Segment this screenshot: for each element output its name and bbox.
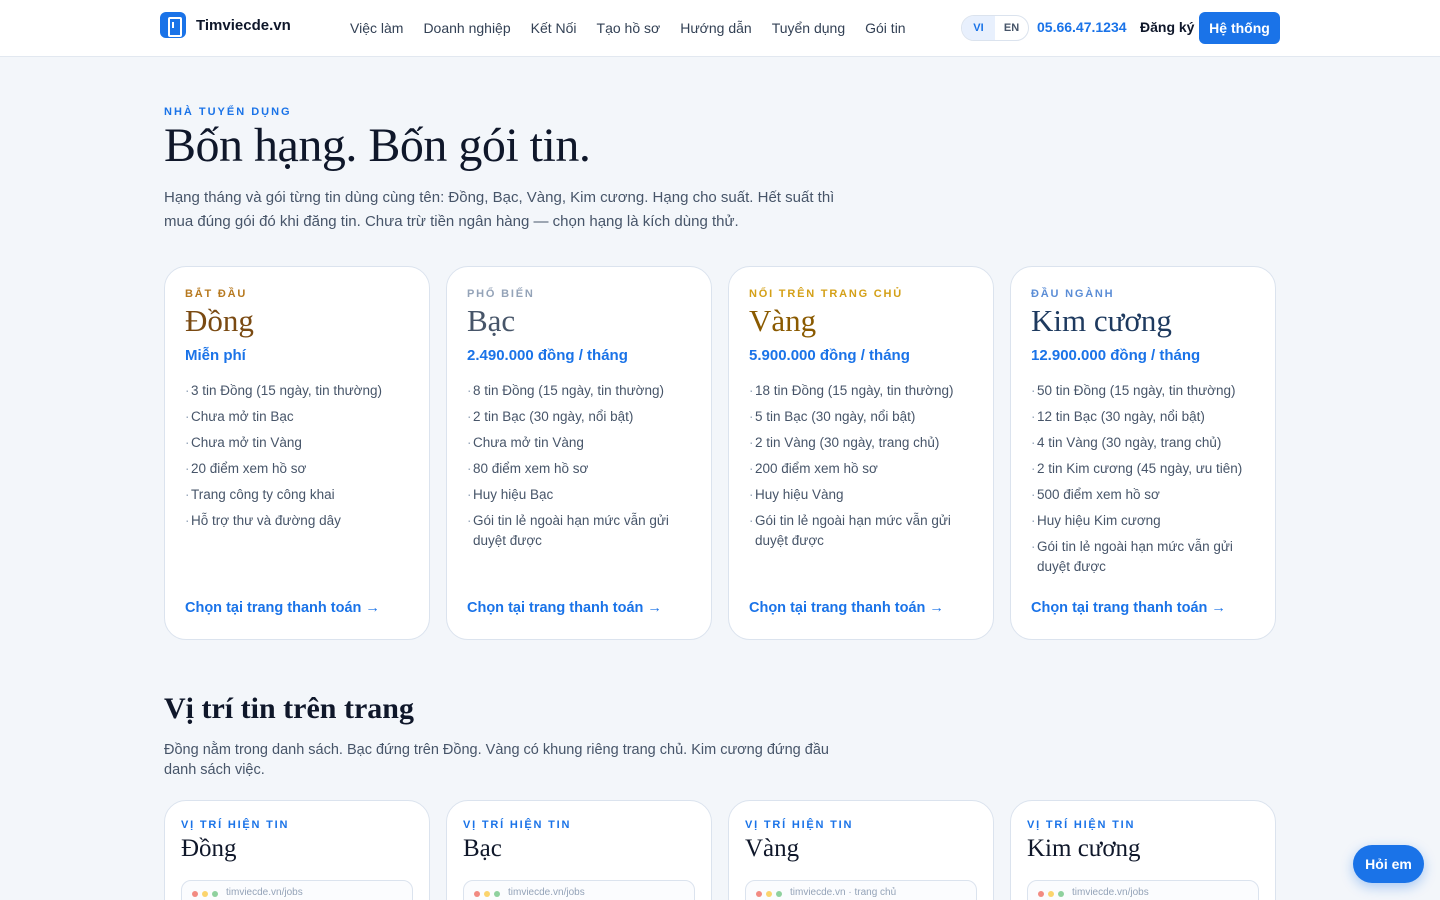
plan-feature: Trang công ty công khai xyxy=(185,485,409,505)
plan-feature: 2 tin Kim cương (45 ngày, ưu tiên) xyxy=(1031,459,1255,479)
position-name: Kim cương xyxy=(1027,835,1141,862)
main-nav: Việc làm Doanh nghiệp Kết Nối Tạo hồ sơ … xyxy=(350,0,906,56)
nav-goi-tin[interactable]: Gói tin xyxy=(865,20,905,36)
nav-tuyen-dung[interactable]: Tuyển dụng xyxy=(772,20,845,36)
plan-cards: BẮT ĐẦU Đồng Miễn phí 3 tin Đồng (15 ngà… xyxy=(164,266,1276,640)
positions-description: Đồng nằm trong danh sách. Bạc đứng trên … xyxy=(164,742,829,778)
position-label: VỊ TRÍ HIỆN TIN xyxy=(181,819,290,831)
plan-feature: 12 tin Bạc (30 ngày, nổi bật) xyxy=(1031,407,1255,427)
plan-feature: Chưa mở tin Vàng xyxy=(185,433,409,453)
browser-preview: timviecde.vn/jobs xyxy=(181,880,413,900)
hero-eyebrow: NHÀ TUYỂN DỤNG xyxy=(164,106,292,118)
plan-feature: Chưa mở tin Bạc xyxy=(185,407,409,427)
plan-label: NỔI TRÊN TRANG CHỦ xyxy=(749,288,904,300)
choose-plan-link[interactable]: Chọn tại trang thanh toán → xyxy=(467,600,662,616)
page-title: Bốn hạng. Bốn gói tin. xyxy=(164,119,591,172)
preview-url: timviecde.vn/jobs xyxy=(1072,887,1149,898)
plan-name: Bạc xyxy=(467,303,516,338)
position-label: VỊ TRÍ HIỆN TIN xyxy=(1027,819,1136,831)
plan-name: Vàng xyxy=(749,303,817,338)
plan-feature: 80 điểm xem hồ sơ xyxy=(467,459,691,479)
plan-feature: 4 tin Vàng (30 ngày, trang chủ) xyxy=(1031,433,1255,453)
choose-plan-link[interactable]: Chọn tại trang thanh toán → xyxy=(749,600,944,616)
nav-huong-dan[interactable]: Hướng dẫn xyxy=(680,20,751,36)
plan-feature: 5 tin Bạc (30 ngày, nổi bật) xyxy=(749,407,973,427)
position-card-kim-cuong: VỊ TRÍ HIỆN TIN Kim cương timviecde.vn/j… xyxy=(1010,800,1276,900)
plan-card-dong: BẮT ĐẦU Đồng Miễn phí 3 tin Đồng (15 ngà… xyxy=(164,266,430,640)
plan-feature: 8 tin Đồng (15 ngày, tin thường) xyxy=(467,381,691,401)
plan-label: BẮT ĐẦU xyxy=(185,288,248,300)
window-dots-icon xyxy=(474,891,500,897)
plan-feature: Huy hiệu Bạc xyxy=(467,485,691,505)
browser-preview: timviecde.vn/jobs xyxy=(463,880,695,900)
language-switch: VI EN xyxy=(961,15,1029,41)
plan-features: 18 tin Đồng (15 ngày, tin thường) 5 tin … xyxy=(749,381,973,551)
position-card-dong: VỊ TRÍ HIỆN TIN Đồng timviecde.vn/jobs xyxy=(164,800,430,900)
plan-feature: 18 tin Đồng (15 ngày, tin thường) xyxy=(749,381,973,401)
lang-vi[interactable]: VI xyxy=(962,16,995,40)
plan-feature: 200 điểm xem hồ sơ xyxy=(749,459,973,479)
nav-ket-noi[interactable]: Kết Nối xyxy=(531,20,577,36)
plan-feature: Chưa mở tin Vàng xyxy=(467,433,691,453)
plan-price: 5.900.000 đồng / tháng xyxy=(749,347,910,364)
position-name: Vàng xyxy=(745,835,800,862)
logo-text: Timviecde.vn xyxy=(196,16,291,34)
plan-feature: 50 tin Đồng (15 ngày, tin thường) xyxy=(1031,381,1255,401)
logo-link[interactable]: Timviecde.vn xyxy=(160,12,291,38)
choose-plan-link[interactable]: Chọn tại trang thanh toán → xyxy=(1031,600,1226,616)
system-button[interactable]: Hệ thống xyxy=(1199,12,1280,44)
nav-tao-ho-so[interactable]: Tạo hồ sơ xyxy=(597,20,661,36)
plan-features: 8 tin Đồng (15 ngày, tin thường) 2 tin B… xyxy=(467,381,691,551)
plan-feature: Gói tin lẻ ngoài hạn mức vẫn gửi duyệt đ… xyxy=(467,511,691,551)
positions-title: Vị trí tin trên trang xyxy=(164,692,414,725)
plan-card-bac: PHỔ BIẾN Bạc 2.490.000 đồng / tháng 8 ti… xyxy=(446,266,712,640)
position-label: VỊ TRÍ HIỆN TIN xyxy=(745,819,854,831)
position-name: Bạc xyxy=(463,835,502,862)
preview-url: timviecde.vn/jobs xyxy=(508,887,585,898)
plan-price: Miễn phí xyxy=(185,347,246,364)
position-label: VỊ TRÍ HIỆN TIN xyxy=(463,819,572,831)
plan-label: PHỔ BIẾN xyxy=(467,288,535,300)
plan-feature: Gói tin lẻ ngoài hạn mức vẫn gửi duyệt đ… xyxy=(749,511,973,551)
preview-url: timviecde.vn · trang chủ xyxy=(790,887,897,898)
window-dots-icon xyxy=(756,891,782,897)
plan-name: Kim cương xyxy=(1031,303,1172,338)
nav-viec-lam[interactable]: Việc làm xyxy=(350,20,403,36)
plan-feature: Gói tin lẻ ngoài hạn mức vẫn gửi duyệt đ… xyxy=(1031,537,1255,577)
logo-icon xyxy=(160,12,186,38)
hero-description: Hạng tháng và gói từng tin dùng cùng tên… xyxy=(164,189,835,230)
top-header: Timviecde.vn Việc làm Doanh nghiệp Kết N… xyxy=(0,0,1440,57)
plan-feature: 2 tin Vàng (30 ngày, trang chủ) xyxy=(749,433,973,453)
lang-en[interactable]: EN xyxy=(995,16,1028,40)
preview-url: timviecde.vn/jobs xyxy=(226,887,303,898)
plan-feature: 500 điểm xem hồ sơ xyxy=(1031,485,1255,505)
signup-link[interactable]: Đăng ký xyxy=(1140,19,1194,35)
position-card-vang: VỊ TRÍ HIỆN TIN Vàng timviecde.vn · tran… xyxy=(728,800,994,900)
plan-feature: 20 điểm xem hồ sơ xyxy=(185,459,409,479)
browser-preview: timviecde.vn · trang chủ xyxy=(745,880,977,900)
plan-feature: Huy hiệu Kim cương xyxy=(1031,511,1255,531)
choose-plan-link[interactable]: Chọn tại trang thanh toán → xyxy=(185,600,380,616)
phone-link[interactable]: 05.66.47.1234 xyxy=(1037,19,1127,35)
plan-feature: Hỗ trợ thư và đường dây xyxy=(185,511,409,531)
plan-label: ĐẦU NGÀNH xyxy=(1031,288,1115,300)
plan-name: Đồng xyxy=(185,303,254,338)
plan-card-vang: NỔI TRÊN TRANG CHỦ Vàng 5.900.000 đồng /… xyxy=(728,266,994,640)
browser-preview: timviecde.vn/jobs xyxy=(1027,880,1259,900)
plan-card-kim-cuong: ĐẦU NGÀNH Kim cương 12.900.000 đồng / th… xyxy=(1010,266,1276,640)
window-dots-icon xyxy=(1038,891,1064,897)
plan-price: 2.490.000 đồng / tháng xyxy=(467,347,628,364)
position-cards: VỊ TRÍ HIỆN TIN Đồng timviecde.vn/jobs V… xyxy=(164,800,1276,900)
plan-price: 12.900.000 đồng / tháng xyxy=(1031,347,1201,364)
plan-feature: 2 tin Bạc (30 ngày, nổi bật) xyxy=(467,407,691,427)
window-dots-icon xyxy=(192,891,218,897)
position-name: Đồng xyxy=(181,835,237,862)
plan-features: 3 tin Đồng (15 ngày, tin thường) Chưa mở… xyxy=(185,381,409,531)
position-card-bac: VỊ TRÍ HIỆN TIN Bạc timviecde.vn/jobs xyxy=(446,800,712,900)
plan-features: 50 tin Đồng (15 ngày, tin thường) 12 tin… xyxy=(1031,381,1255,577)
plan-feature: 3 tin Đồng (15 ngày, tin thường) xyxy=(185,381,409,401)
chat-button[interactable]: Hỏi em xyxy=(1353,845,1424,883)
plan-feature: Huy hiệu Vàng xyxy=(749,485,973,505)
nav-doanh-nghiep[interactable]: Doanh nghiệp xyxy=(423,20,510,36)
